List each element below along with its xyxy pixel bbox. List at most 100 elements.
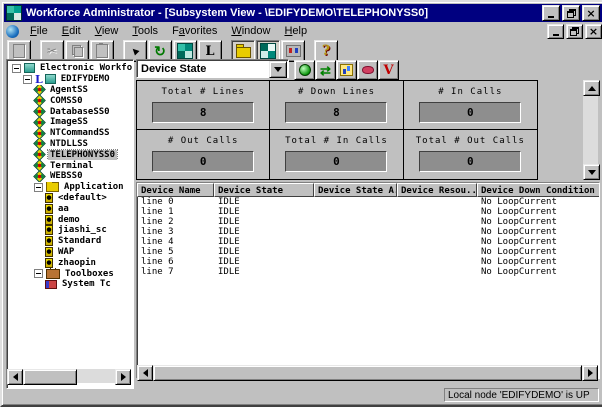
menu-item-help[interactable]: Help xyxy=(277,24,314,38)
stat-cell: Total # In Calls0 xyxy=(270,130,403,179)
scrollbar-thumb[interactable] xyxy=(23,369,77,385)
mdi-system-menu-icon[interactable] xyxy=(6,25,19,38)
menu-item-window[interactable]: Window xyxy=(224,24,277,38)
table-cell xyxy=(397,237,477,247)
menu-item-view[interactable]: View xyxy=(88,24,126,38)
tree-item[interactable]: Electronic Workfor xyxy=(7,63,133,74)
dropdown-button[interactable] xyxy=(269,61,287,78)
scroll-down-button[interactable] xyxy=(583,164,600,180)
stat-cell: Total # Out Calls0 xyxy=(404,130,537,179)
table-cell xyxy=(314,247,397,257)
tree-item[interactable]: demo xyxy=(7,214,133,225)
tree-item[interactable]: jiashi_sc xyxy=(7,225,133,236)
tree-item[interactable]: Terminal xyxy=(7,160,133,171)
restore-icon xyxy=(570,27,579,35)
title-bar: Workforce Administrator - [Subsystem Vie… xyxy=(4,4,602,22)
tree-expander-icon[interactable] xyxy=(34,183,43,192)
scrollbar-thumb[interactable] xyxy=(153,365,582,381)
table-cell: No LoopCurrent xyxy=(477,267,600,277)
pinwheel-active-icon xyxy=(260,43,276,59)
pinwheel-icon xyxy=(177,43,193,59)
help-button[interactable]: ? xyxy=(314,40,338,62)
minimize-button[interactable] xyxy=(542,5,560,21)
menu-item-favorites[interactable]: Favorites xyxy=(165,24,224,38)
scroll-left-button[interactable] xyxy=(137,365,153,381)
app-item-icon xyxy=(45,225,53,235)
help-icon: ? xyxy=(322,43,330,59)
close-button[interactable]: × xyxy=(582,5,600,21)
tree-item[interactable]: Application xyxy=(7,182,133,193)
tree-item[interactable]: Toolboxes xyxy=(7,268,133,279)
minimize-icon xyxy=(553,34,559,36)
tree-item[interactable]: COMSS0 xyxy=(7,95,133,106)
table-row[interactable]: line 1IDLENo LoopCurrent xyxy=(137,207,599,217)
globe-button[interactable] xyxy=(294,60,315,80)
scrollbar-track[interactable] xyxy=(77,369,115,383)
table-cell: line 3 xyxy=(137,227,214,237)
tree-hscrollbar[interactable] xyxy=(7,369,131,383)
subsystem-icon xyxy=(33,139,46,150)
scroll-up-button[interactable] xyxy=(583,80,600,96)
column-header[interactable]: Device Down Condition xyxy=(477,183,600,197)
column-header[interactable]: Device State xyxy=(214,183,314,197)
tree-item[interactable]: WAP xyxy=(7,247,133,258)
scrollbar-track[interactable] xyxy=(583,96,598,164)
table-row[interactable]: line 2IDLENo LoopCurrent xyxy=(137,217,599,227)
scroll-right-button[interactable] xyxy=(115,369,131,385)
table-row[interactable]: line 0IDLENo LoopCurrent xyxy=(137,197,599,207)
tree-expander-icon[interactable] xyxy=(34,269,43,278)
table-row[interactable]: line 5IDLENo LoopCurrent xyxy=(137,247,599,257)
tree-item[interactable]: DatabaseSS0 xyxy=(7,106,133,117)
column-header[interactable]: Device Name xyxy=(137,183,214,197)
tree-item-label: Standard xyxy=(56,236,103,246)
tree-item-label: zhaopin xyxy=(56,258,98,268)
table-row[interactable]: line 3IDLENo LoopCurrent xyxy=(137,227,599,237)
tree-item[interactable]: LEDIFYDEMO xyxy=(7,74,133,85)
scroll-left-button[interactable] xyxy=(7,369,23,385)
menu-item-edit[interactable]: Edit xyxy=(55,24,88,38)
alarm-button[interactable] xyxy=(357,60,378,80)
tree-item[interactable]: ImageSS xyxy=(7,117,133,128)
view-dropdown[interactable]: Device State xyxy=(136,59,289,78)
tree-expander-icon[interactable] xyxy=(12,64,21,73)
stat-label: # Out Calls xyxy=(168,136,239,146)
mdi-minimize-button[interactable] xyxy=(547,24,564,39)
tree-item[interactable]: System Tc xyxy=(7,279,133,290)
table-cell: IDLE xyxy=(214,217,314,227)
column-header[interactable]: Device State A... xyxy=(314,183,397,197)
stats-vscrollbar[interactable] xyxy=(583,80,598,180)
table-hscrollbar[interactable] xyxy=(137,365,598,379)
scroll-right-button[interactable] xyxy=(582,365,598,381)
table-cell: line 1 xyxy=(137,207,214,217)
menu-item-file[interactable]: File xyxy=(23,24,55,38)
chart-button[interactable] xyxy=(336,60,357,80)
tree-item-label: AgentSS xyxy=(48,85,90,95)
restore-button[interactable] xyxy=(562,5,580,21)
tree-expander-icon[interactable] xyxy=(23,75,32,84)
refresh-view-button[interactable]: ⇄ xyxy=(315,60,336,80)
tree-item[interactable]: TELEPHONYSS0 xyxy=(7,149,133,160)
tree-item[interactable]: WEBSS0 xyxy=(7,171,133,182)
tree-item[interactable]: zhaopin xyxy=(7,257,133,268)
table-row[interactable]: line 4IDLENo LoopCurrent xyxy=(137,237,599,247)
system-toolbox-icon xyxy=(45,280,57,289)
tree-item[interactable]: AgentSS xyxy=(7,85,133,96)
tree-item[interactable]: <default> xyxy=(7,193,133,204)
column-header[interactable]: Device Resou... xyxy=(397,183,477,197)
new-document-icon xyxy=(13,44,25,58)
tree-item[interactable]: Standard xyxy=(7,236,133,247)
table-cell xyxy=(314,217,397,227)
tree-item-label: Toolboxes xyxy=(63,269,116,279)
validate-button[interactable]: V xyxy=(378,60,399,80)
table-row[interactable]: line 6IDLENo LoopCurrent xyxy=(137,257,599,267)
mdi-close-button[interactable]: × xyxy=(585,24,602,39)
tree-item-label: Electronic Workfor xyxy=(38,63,133,73)
tree-item[interactable]: NTDLLSS xyxy=(7,139,133,150)
mdi-restore-button[interactable] xyxy=(566,24,583,39)
arrow-right-icon xyxy=(121,373,126,381)
stat-value: 0 xyxy=(333,155,340,168)
table-row[interactable]: line 7IDLENo LoopCurrent xyxy=(137,267,599,277)
tree-item[interactable]: NTCommandSS xyxy=(7,128,133,139)
menu-item-tools[interactable]: Tools xyxy=(125,24,165,38)
tree-item[interactable]: aa xyxy=(7,203,133,214)
